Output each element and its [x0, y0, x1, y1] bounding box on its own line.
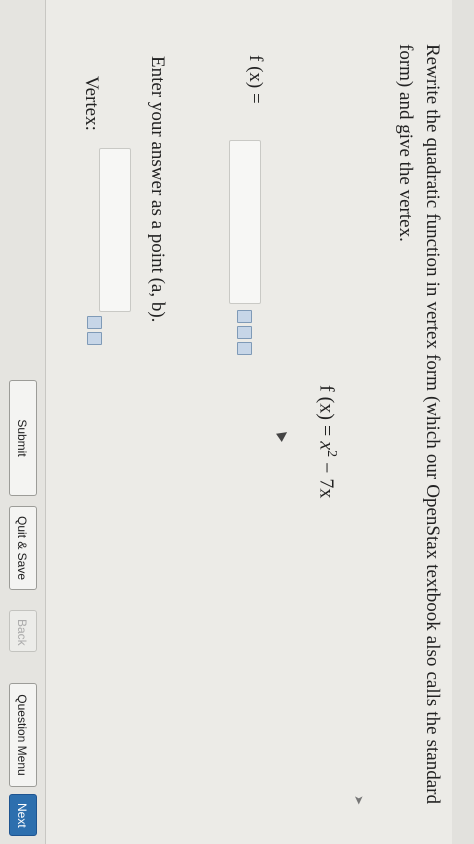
- vertex-label: Vertex:: [81, 76, 102, 131]
- vertex-input[interactable]: [99, 148, 131, 312]
- math-tools-fx[interactable]: [237, 310, 252, 355]
- arrow-icon: ➤: [352, 795, 366, 806]
- mouse-cursor-icon: [276, 428, 290, 442]
- vertex-form-input[interactable]: [229, 140, 261, 304]
- back-button[interactable]: Back: [9, 610, 37, 652]
- equation-editor-icon[interactable]: [87, 316, 102, 329]
- equation-tail: − 7x: [315, 457, 338, 499]
- question-menu-button[interactable]: Question Menu ▴: [0, 683, 37, 787]
- quit-save-button[interactable]: Quit & Save: [9, 506, 37, 590]
- preview-icon[interactable]: [87, 332, 102, 345]
- math-tools-vertex[interactable]: [87, 316, 102, 345]
- preview-icon[interactable]: [237, 342, 252, 355]
- submit-assignment-button[interactable]: Submit Assignment: [0, 380, 37, 496]
- screen-stage: Rewrite the quadratic function in vertex…: [0, 0, 474, 844]
- next-button[interactable]: Next: [9, 794, 37, 836]
- page-top-margin: [452, 0, 474, 844]
- instruction-text: Enter your answer as a point (a, b).: [147, 56, 168, 323]
- answer-label-fx: f (x) =: [245, 55, 266, 104]
- function-equation: f (x) = x2 − 7x: [314, 385, 339, 498]
- equation-base: x: [315, 441, 338, 451]
- symbol-palette-icon[interactable]: [237, 326, 252, 339]
- question-prompt: Rewrite the quadratic function in vertex…: [395, 44, 443, 804]
- equation-editor-icon[interactable]: [237, 310, 252, 323]
- bottom-toolbar: Submit Assignment Quit & Save Back Quest…: [0, 0, 46, 844]
- equation-lhs: f (x) =: [315, 385, 338, 437]
